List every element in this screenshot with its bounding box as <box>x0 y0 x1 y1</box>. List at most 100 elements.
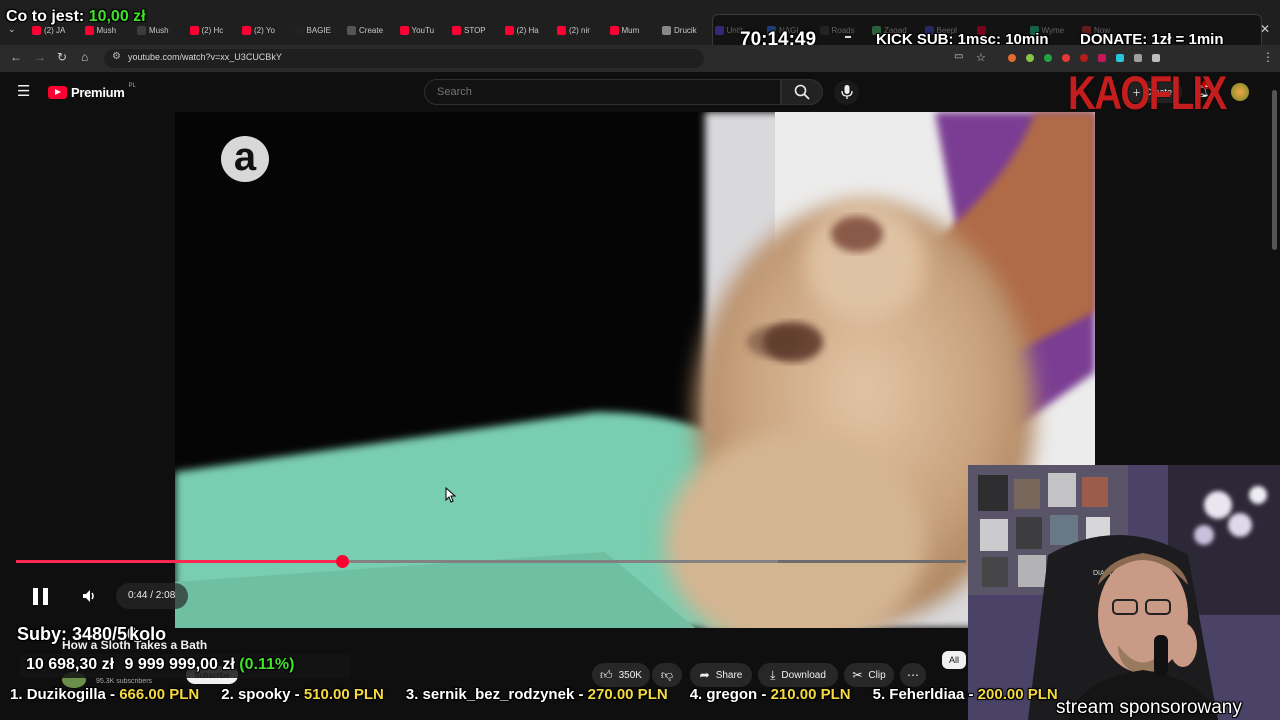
tab-favicon-icon <box>32 25 41 35</box>
download-icon: ⤓ <box>770 667 776 682</box>
forward-icon[interactable]: → <box>34 50 46 64</box>
search-icon <box>794 84 810 100</box>
ticker-name: Duzikogilla <box>26 686 106 703</box>
dislike-button[interactable]: 👎︎ <box>652 663 682 687</box>
ticker-rank: 5. <box>872 686 886 703</box>
ticker-rank: 3. <box>405 686 419 703</box>
search-box <box>424 79 781 105</box>
voice-search-button[interactable] <box>834 80 859 105</box>
video-player[interactable]: a <box>175 112 1095 628</box>
donation-percent: (0.11%) <box>239 656 295 673</box>
browser-tab[interactable]: (2) Hc <box>189 22 238 38</box>
share-button[interactable]: ➦ Share <box>690 663 752 687</box>
clip-label: Clip <box>868 669 886 681</box>
like-count: 350K <box>618 669 642 681</box>
tab-label: Mush <box>149 25 169 35</box>
kaoflix-logo: KAOFLIX <box>1068 66 1227 119</box>
ticker-entry: 2. spooky - 510.00 PLN <box>221 686 384 703</box>
ticker-amount: 510.00 PLN <box>303 686 384 703</box>
volume-button[interactable] <box>81 588 97 609</box>
ticker-entry: 5. Feherldiaa - 200.00 PLN <box>872 686 1058 703</box>
window-close-icon[interactable]: ✕ <box>1260 22 1270 36</box>
tab-label: Drucik <box>674 25 697 35</box>
browser-tab[interactable]: (2) Yo <box>242 22 290 38</box>
search-input[interactable] <box>435 80 765 104</box>
browser-tab[interactable]: Mum <box>609 22 658 38</box>
browser-tab[interactable]: (2) nir <box>557 22 605 38</box>
ticker-entry: 1. Duzikogilla - 666.00 PLN <box>10 686 200 703</box>
brand-region: PL <box>128 82 136 89</box>
chip-all[interactable]: All <box>942 651 966 669</box>
browser-tab[interactable]: BAGIE <box>294 22 343 38</box>
donation-progress: 10 698,30 zł 9 999 999,00 zł (0.11%) <box>26 656 294 674</box>
browser-tab[interactable]: Create <box>347 22 395 38</box>
speaker-icon <box>83 590 94 602</box>
question-value: 10,00 zł <box>88 8 146 25</box>
account-avatar[interactable] <box>1231 83 1249 101</box>
pause-button[interactable] <box>33 588 49 605</box>
ticker-amount: 270.00 PLN <box>587 686 668 703</box>
hamburger-menu-icon[interactable]: ☰ <box>17 84 30 99</box>
tab-favicon-icon <box>504 25 514 35</box>
star-icon[interactable]: ☆ <box>976 51 986 64</box>
youtube-logo[interactable]: Premium PL <box>48 82 136 100</box>
tab-label: (2) Yo <box>254 25 275 35</box>
tab-label: Create <box>359 25 384 35</box>
clip-button[interactable]: ✂ Clip <box>844 663 894 687</box>
ticker-amount: 210.00 PLN <box>770 686 851 703</box>
browser-tab[interactable]: Drucik <box>662 22 710 38</box>
tab-favicon-icon <box>189 25 199 35</box>
microphone-icon <box>841 85 853 99</box>
tab-favicon-icon <box>452 25 461 35</box>
ticker-rank: 4. <box>689 686 703 703</box>
ticker-amount: 666.00 PLN <box>119 686 200 703</box>
donation-ticker: 1. Duzikogilla - 666.00 PLN 2. spooky - 5… <box>0 686 1080 712</box>
ticker-name: spooky <box>237 686 291 703</box>
site-info-icon[interactable]: ⚙ <box>112 51 121 62</box>
tab-label: YouTu <box>411 25 435 35</box>
watermark-letter: a <box>233 135 257 179</box>
page-scrollbar[interactable] <box>1272 90 1277 250</box>
download-button[interactable]: ⤓ Download <box>758 663 838 687</box>
browser-tab[interactable]: (2) Ha <box>504 22 553 38</box>
chip-all-label: All <box>948 655 959 665</box>
share-label: Share <box>715 669 743 681</box>
browser-tab[interactable]: STOP <box>452 22 500 38</box>
screen-icon[interactable]: ▭ <box>954 51 963 62</box>
back-icon[interactable]: ← <box>10 50 22 64</box>
channel-watermark: a <box>221 136 269 182</box>
tab-label: STOP <box>464 25 486 35</box>
thumbs-down-icon: 👎︎ <box>660 667 674 682</box>
subs-count: Suby: 3480/50 <box>17 624 138 644</box>
search-button[interactable] <box>781 79 823 105</box>
webcam-feed: DIABLO <box>968 465 1280 720</box>
extension-icons[interactable] <box>1008 52 1198 64</box>
url-text[interactable]: youtube.com/watch?v=xx_U3CUCBkY <box>128 52 282 62</box>
tab-label: BAGIE <box>306 25 331 35</box>
donation-goal: 9 999 999,00 zł <box>124 656 235 673</box>
more-icon: ⋯ <box>907 668 919 682</box>
more-actions-button[interactable]: ⋯ <box>900 663 926 687</box>
webcam-caption: stream sponsorowany <box>1056 697 1242 718</box>
tab-favicon-icon <box>242 25 251 35</box>
question-label: Co to jest: <box>6 8 85 25</box>
ticker-rank: 2. <box>221 686 234 703</box>
tab-label: Mush <box>96 25 117 35</box>
home-icon[interactable]: ⌂ <box>81 50 88 64</box>
ticker-rank: 1. <box>10 686 23 703</box>
progress-track[interactable] <box>16 560 966 563</box>
browser-tab[interactable]: YouTu <box>399 22 448 38</box>
pause-icon <box>33 588 38 605</box>
streamer-webcam: DIABLO <box>968 465 1280 720</box>
progress-buffered <box>16 560 778 563</box>
reload-icon[interactable]: ↻ <box>57 50 67 64</box>
browser-menu-icon[interactable]: ⋮ <box>1262 50 1274 64</box>
like-button[interactable]: 👍︎ 350K <box>592 663 650 687</box>
video-frame-sloth <box>175 112 1095 628</box>
mouse-cursor-icon <box>445 487 457 503</box>
subs-suffix: kolo <box>129 624 167 644</box>
scissors-icon: ✂ <box>852 668 863 682</box>
separator-dash <box>845 36 851 38</box>
download-label: Download <box>781 669 826 681</box>
tab-favicon-icon <box>557 25 566 35</box>
